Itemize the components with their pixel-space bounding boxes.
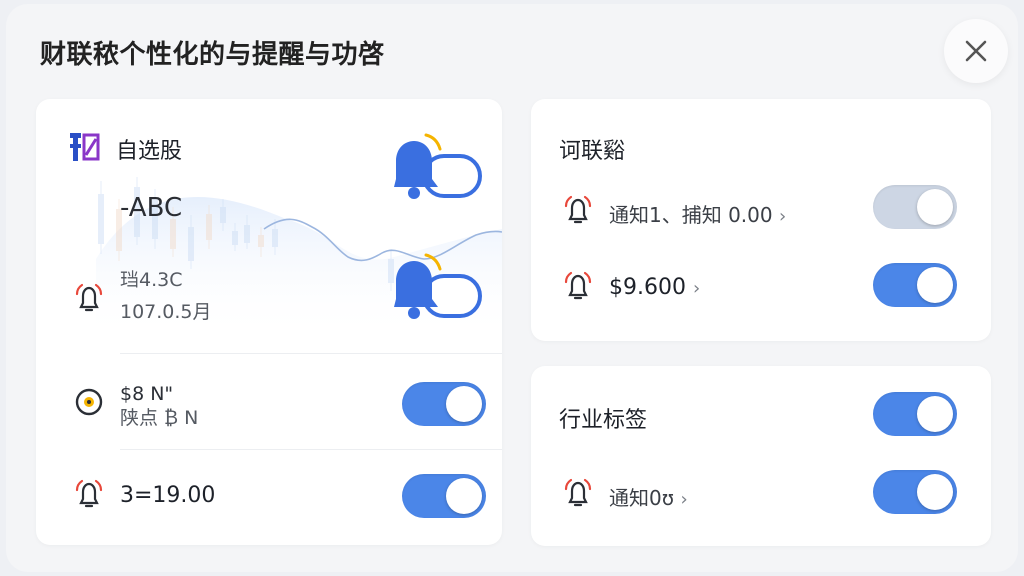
- settings-modal: 财联秾个性化的与提醒与功啓 自选股 -ABC 珰4.3C 107.0.5月 $8…: [6, 4, 1018, 572]
- bell-toggle-icon[interactable]: [386, 129, 486, 209]
- industry-toggle[interactable]: [873, 392, 957, 436]
- watchlist-title: 自选股: [116, 139, 183, 164]
- linked-card-title: 诃联谿: [559, 139, 626, 164]
- alert-label-line2: 陕点 ₿ N: [120, 407, 199, 429]
- target-icon: [75, 388, 103, 416]
- modal-title: 财联秾个性化的与提醒与功啓: [40, 40, 385, 70]
- bell-alert-icon: [564, 195, 592, 224]
- stock-change-line: 107.0.5月: [120, 301, 212, 323]
- industry-notify-toggle[interactable]: [873, 470, 957, 514]
- alert-toggle[interactable]: [402, 382, 486, 426]
- close-icon: [965, 40, 987, 62]
- chevron-right-icon: ›: [778, 206, 787, 227]
- notify-toggle[interactable]: [873, 185, 957, 229]
- notify-row-label[interactable]: 通知1、捕知 0.00 ›: [609, 199, 786, 228]
- bell-alert-icon: [564, 478, 592, 507]
- ticker-symbol: -ABC: [120, 193, 183, 223]
- bell-alert-icon: [75, 479, 103, 508]
- price-threshold-value: 3=19.00: [120, 483, 216, 508]
- divider: [120, 353, 502, 354]
- price-alert-toggle[interactable]: [402, 474, 486, 518]
- bell-alert-icon: [564, 271, 592, 300]
- chevron-right-icon: ›: [692, 278, 701, 299]
- industry-notify-label[interactable]: 通知0ʊ ›: [609, 482, 688, 511]
- bell-alert-icon: [75, 283, 103, 312]
- brand-logo-icon: [70, 133, 100, 161]
- industry-card-title: 行业标签: [559, 408, 648, 433]
- linked-card: 诃联谿 通知1、捕知 0.00 › $9.600 ›: [531, 99, 991, 341]
- chevron-right-icon: ›: [680, 489, 688, 510]
- bell-toggle-icon[interactable]: [386, 249, 486, 329]
- price-row-label[interactable]: $9.600 ›: [609, 275, 700, 300]
- watchlist-card: 自选股 -ABC 珰4.3C 107.0.5月 $8 N" 陕点 ₿ N 3=1…: [36, 99, 502, 545]
- divider: [120, 449, 502, 450]
- close-button[interactable]: [944, 19, 1008, 83]
- stock-price-line: 珰4.3C: [120, 269, 183, 291]
- industry-card: 行业标签 通知0ʊ ›: [531, 366, 991, 546]
- alert-label-line1: $8 N": [120, 383, 174, 405]
- price-toggle[interactable]: [873, 263, 957, 307]
